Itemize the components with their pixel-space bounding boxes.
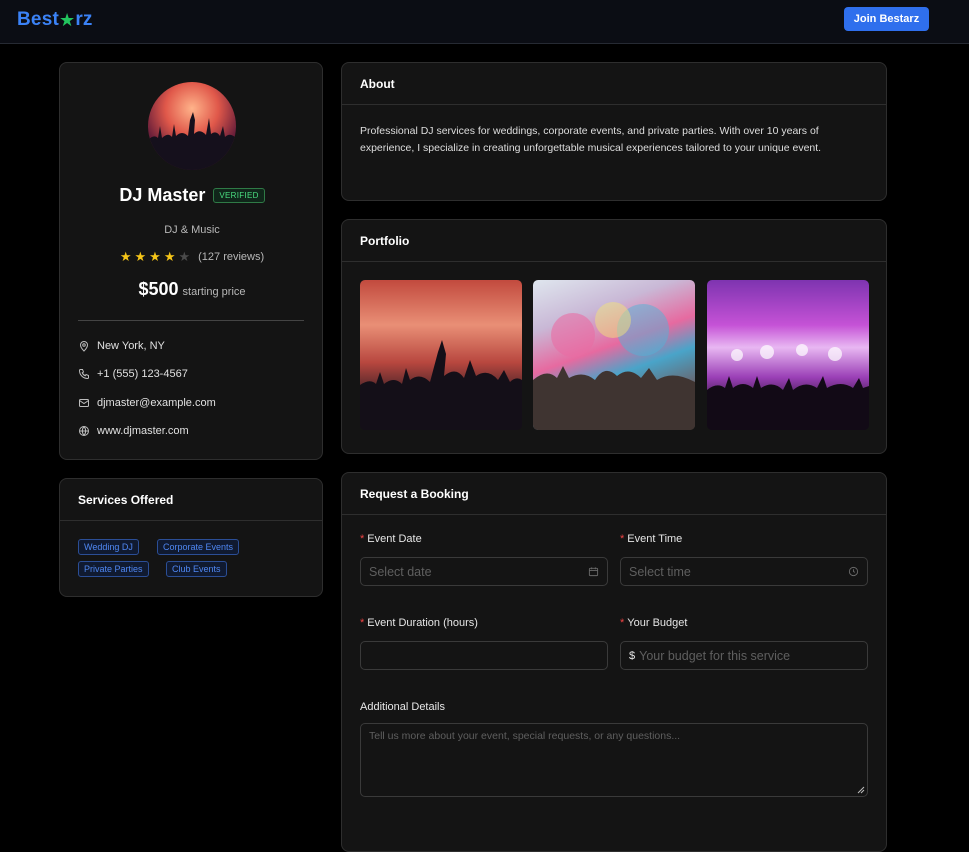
about-title: About xyxy=(342,63,886,105)
portfolio-image[interactable] xyxy=(707,280,869,430)
profile-card: DJ Master VERIFIED DJ & Music ★ ★ ★ ★ ★ (127… xyxy=(59,62,323,460)
website-text: www.djmaster.com xyxy=(97,425,189,437)
phone-text: +1 (555) 123-4567 xyxy=(97,368,188,380)
contact-email[interactable]: djmaster@example.com xyxy=(78,397,216,409)
portfolio-image[interactable] xyxy=(533,280,695,430)
required-marker: * xyxy=(620,533,625,545)
details-placeholder: Tell us more about your event, special r… xyxy=(369,730,681,742)
service-tag: Club Events xyxy=(166,561,227,577)
location-text: New York, NY xyxy=(97,340,165,352)
portfolio-card: Portfolio xyxy=(341,219,887,454)
event-date-input[interactable]: Select date xyxy=(360,557,608,586)
about-card: About Professional DJ services for weddi… xyxy=(341,62,887,201)
portfolio-image[interactable] xyxy=(360,280,522,430)
top-nav: Best ★ rz Join Bestarz xyxy=(0,0,969,44)
event-date-label: * Event Date xyxy=(360,533,422,545)
logo-text-start: Best xyxy=(17,9,59,30)
budget-placeholder: Your budget for this service xyxy=(639,648,791,663)
event-time-label: * Event Time xyxy=(620,533,682,545)
email-text: djmaster@example.com xyxy=(97,397,216,409)
required-marker: * xyxy=(620,617,625,629)
event-date-label-text: Event Date xyxy=(367,533,422,545)
services-card: Services Offered Wedding DJ Corporate Ev… xyxy=(59,478,323,597)
resize-handle-icon[interactable] xyxy=(857,786,865,794)
details-textarea[interactable]: Tell us more about your event, special r… xyxy=(360,723,868,797)
required-marker: * xyxy=(360,533,365,545)
budget-label-text: Your Budget xyxy=(627,617,688,629)
rating: ★ ★ ★ ★ ★ (127 reviews) xyxy=(60,250,324,263)
verified-badge: VERIFIED xyxy=(213,188,265,203)
event-time-label-text: Event Time xyxy=(627,533,683,545)
join-button[interactable]: Join Bestarz xyxy=(844,7,929,31)
logo-text-end: rz xyxy=(75,9,93,30)
booking-title: Request a Booking xyxy=(342,473,886,515)
globe-icon xyxy=(79,426,89,436)
service-tag: Wedding DJ xyxy=(78,539,139,555)
logo-star-icon: ★ xyxy=(58,10,76,30)
budget-label: * Your Budget xyxy=(620,617,687,629)
contact-website[interactable]: www.djmaster.com xyxy=(78,425,189,437)
profile-name: DJ Master xyxy=(119,185,206,205)
price: $500 starting price xyxy=(60,279,324,300)
services-title: Services Offered xyxy=(60,479,322,521)
star-icon: ★ xyxy=(178,249,191,264)
duration-label-text: Event Duration (hours) xyxy=(367,617,478,629)
portfolio-title: Portfolio xyxy=(342,220,886,262)
budget-input[interactable]: $ Your budget for this service xyxy=(620,641,868,670)
rating-stars: ★ ★ ★ ★ ★ xyxy=(120,250,190,263)
star-icon: ★ xyxy=(119,249,132,264)
duration-input[interactable] xyxy=(360,641,608,670)
service-tag: Private Parties xyxy=(78,561,149,577)
price-value: $500 xyxy=(138,279,179,299)
star-icon: ★ xyxy=(163,249,176,264)
clock-icon xyxy=(848,566,859,577)
contact-phone[interactable]: +1 (555) 123-4567 xyxy=(78,368,188,380)
contact-location: New York, NY xyxy=(78,340,165,352)
about-text: Professional DJ services for weddings, c… xyxy=(360,125,822,154)
event-time-placeholder: Select time xyxy=(629,564,691,579)
star-icon: ★ xyxy=(134,249,147,264)
currency-prefix: $ xyxy=(629,649,636,662)
price-label: starting price xyxy=(182,286,246,298)
event-time-input[interactable]: Select time xyxy=(620,557,868,586)
mail-icon xyxy=(79,399,89,407)
service-tag: Corporate Events xyxy=(157,539,240,555)
duration-label: * Event Duration (hours) xyxy=(360,617,478,629)
map-pin-icon xyxy=(79,341,89,352)
divider xyxy=(78,320,304,321)
details-label: Additional Details xyxy=(360,701,445,713)
logo[interactable]: Best ★ rz xyxy=(17,9,93,31)
review-count: (127 reviews) xyxy=(198,250,265,263)
star-icon: ★ xyxy=(149,249,161,264)
profile-category: DJ & Music xyxy=(164,224,220,236)
calendar-icon xyxy=(588,567,599,577)
required-marker: * xyxy=(360,617,365,629)
booking-card: Request a Booking * Event Date Select da… xyxy=(341,472,887,852)
avatar xyxy=(148,82,236,170)
details-label-text: Additional Details xyxy=(360,701,445,713)
phone-icon xyxy=(78,369,89,380)
event-date-placeholder: Select date xyxy=(369,564,432,579)
